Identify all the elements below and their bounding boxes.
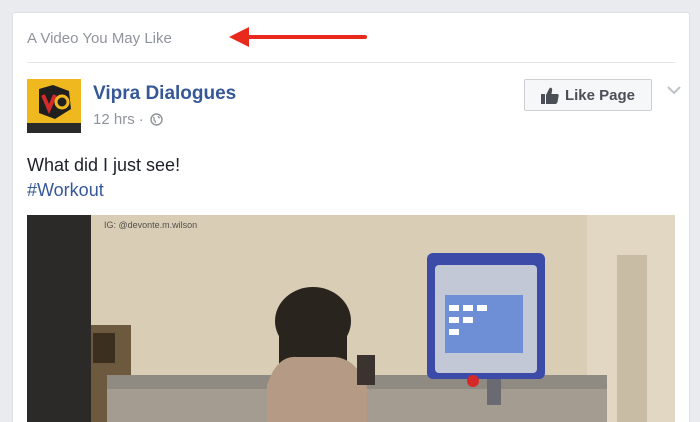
avatar-band bbox=[27, 123, 81, 133]
thumbs-up-icon bbox=[540, 87, 559, 104]
feed-card: A Video You May Like Vipra Dialogues 12 … bbox=[12, 12, 690, 422]
globe-icon bbox=[150, 113, 163, 126]
video-watermark: IG: @devonte.m.wilson bbox=[104, 220, 198, 230]
page-name-link[interactable]: Vipra Dialogues bbox=[93, 83, 236, 105]
page-logo-icon bbox=[31, 83, 77, 123]
post-timestamp[interactable]: 12 hrs bbox=[93, 111, 135, 128]
post-text: What did I just see! bbox=[27, 155, 181, 175]
card-header-label: A Video You May Like bbox=[27, 30, 172, 47]
annotation-arrow-icon bbox=[229, 27, 367, 47]
page-avatar[interactable] bbox=[27, 79, 81, 133]
header-divider bbox=[27, 62, 675, 63]
hashtag-link[interactable]: #Workout bbox=[27, 178, 104, 203]
video-frame bbox=[27, 215, 675, 422]
like-page-label: Like Page bbox=[564, 86, 636, 104]
video-player[interactable]: IG: @devonte.m.wilson bbox=[27, 215, 675, 422]
chevron-down-icon[interactable] bbox=[667, 85, 681, 95]
post-meta: 12 hrs · bbox=[93, 111, 163, 128]
meta-separator: · bbox=[138, 111, 144, 128]
like-page-button[interactable]: Like Page bbox=[524, 79, 652, 111]
